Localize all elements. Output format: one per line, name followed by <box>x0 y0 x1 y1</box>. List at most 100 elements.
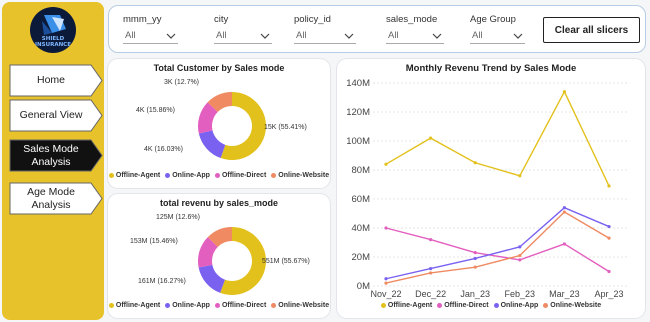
revenue-chart-legend: Offline-Agent Online-App Offline-Direct Onl… <box>108 302 330 309</box>
legend-item: Online-App <box>165 302 210 309</box>
legend-item: Online-App <box>493 302 538 309</box>
slicer-dropdown[interactable]: All <box>294 30 356 44</box>
data-point[interactable] <box>518 174 522 178</box>
chevron-down-icon <box>432 33 442 39</box>
legend-item: Online-Website <box>271 172 329 179</box>
series-line-offline-direct[interactable] <box>385 227 610 273</box>
data-label: 153M (15.46%) <box>130 238 178 245</box>
data-point[interactable] <box>607 224 611 229</box>
data-point[interactable] <box>562 242 566 246</box>
data-point[interactable] <box>429 271 433 275</box>
legend-item: Offline-Direct <box>437 302 489 309</box>
slicer-dropdown[interactable]: All <box>386 30 444 44</box>
data-label: 551M (55.67%) <box>262 258 310 265</box>
data-point[interactable] <box>429 136 433 140</box>
data-label: 4K (15.86%) <box>136 107 175 114</box>
sidebar: SHIELD INSURANCE Home General View Sales M… <box>2 2 104 320</box>
nav-button-label: Home <box>36 74 65 86</box>
y-tick-label: 100M <box>346 136 370 147</box>
series-line-offline-agent[interactable] <box>385 90 610 187</box>
y-tick-label: 0M <box>357 281 370 292</box>
slicer-bar: mmm_yy All city All policy_id All sales_mode Al… <box>108 5 646 53</box>
data-point[interactable] <box>473 265 477 269</box>
slicer-title: city <box>214 14 229 25</box>
nav-button-label: Sales Mode Analysis <box>23 142 79 168</box>
legend-item: Online-Website <box>271 302 329 309</box>
legend-label: Offline-Agent <box>115 172 161 179</box>
legend-item: Online-App <box>165 172 210 179</box>
donut-slice[interactable] <box>198 130 226 159</box>
y-tick-label: 60M <box>352 194 371 205</box>
data-point[interactable] <box>518 258 522 262</box>
slicer-value: All <box>216 30 227 41</box>
slicer-2[interactable]: policy_id All <box>294 14 356 44</box>
data-label: 161M (16.27%) <box>138 278 186 285</box>
nav-button-1[interactable]: General View <box>9 99 103 132</box>
legend-swatch <box>380 303 386 308</box>
slicer-value: All <box>472 30 483 41</box>
slicer-dropdown[interactable]: All <box>123 30 178 44</box>
x-tick-label: Nov_22 <box>370 289 401 299</box>
data-point[interactable] <box>607 269 611 274</box>
slicer-0[interactable]: mmm_yy All <box>123 14 178 44</box>
data-point[interactable] <box>384 162 388 166</box>
legend-item: Offline-Direct <box>214 302 267 309</box>
data-point[interactable] <box>429 238 433 242</box>
donut-slice[interactable] <box>198 264 226 293</box>
data-point[interactable] <box>562 206 566 210</box>
customer-donut-card: Total Customer by Sales mode 15K (55.41%… <box>108 59 330 188</box>
legend-swatch <box>214 173 220 178</box>
customer-chart-legend: Offline-Agent Online-App Offline-Direct Onl… <box>108 172 330 179</box>
legend-label: Offline-Agent <box>115 302 161 309</box>
data-point[interactable] <box>607 184 611 188</box>
chart-title: Total Customer by Sales mode <box>153 63 285 73</box>
slicer-dropdown[interactable]: All <box>214 30 272 44</box>
slicer-3[interactable]: sales_mode All <box>386 14 444 44</box>
data-point[interactable] <box>473 251 477 255</box>
nav-button-0[interactable]: Home <box>9 64 103 97</box>
series-line-online-website[interactable] <box>385 211 610 284</box>
legend-swatch <box>271 173 277 178</box>
data-point[interactable] <box>473 256 477 261</box>
clear-all-slicers-button[interactable]: Clear all slicers <box>543 17 640 43</box>
monthly-revenue-card: Monthly Revenu Trend by Sales Mode 0M 20M… <box>337 59 645 318</box>
chevron-down-icon <box>344 33 354 39</box>
legend-swatch <box>493 303 499 308</box>
nav-button-2[interactable]: Sales Mode Analysis <box>9 139 103 172</box>
y-tick-label: 140M <box>346 78 370 89</box>
slicer-title: policy_id <box>294 14 331 25</box>
slicer-4[interactable]: Age Group All <box>470 14 525 44</box>
data-point[interactable] <box>518 253 522 258</box>
logo-text-line2: INSURANCE <box>35 42 71 48</box>
slicer-title: sales_mode <box>386 14 438 25</box>
data-point[interactable] <box>518 245 522 249</box>
nav-button-3[interactable]: Age Mode Analysis <box>9 182 103 215</box>
legend-swatch <box>165 303 171 308</box>
monthly-revenue-line-chart[interactable]: 0M 20M 40M 60M 80M 100M 120M 140M Nov_22 Dec_22 Ja… <box>337 59 645 318</box>
legend-label: Offline-Direct <box>221 172 267 179</box>
data-label: 15K (55.41%) <box>264 124 307 131</box>
slicer-dropdown[interactable]: All <box>470 30 525 44</box>
slicer-1[interactable]: city All <box>214 14 272 44</box>
data-label: 4K (16.03%) <box>144 146 183 153</box>
data-point[interactable] <box>384 281 388 285</box>
legend-label: Online-Website <box>278 302 330 309</box>
chevron-down-icon <box>260 33 270 39</box>
legend-label: Offline-Direct <box>444 302 489 309</box>
data-point[interactable] <box>384 277 388 281</box>
x-tick-label: Dec_22 <box>415 289 446 299</box>
data-point[interactable] <box>562 210 566 214</box>
data-point[interactable] <box>473 161 477 165</box>
revenue-donut-card: total revenu by sales_mode 551M (55.67%)… <box>108 194 330 318</box>
slicer-title: Age Group <box>470 14 516 25</box>
legend-label: Offline-Agent <box>387 302 433 309</box>
data-point[interactable] <box>607 236 611 240</box>
nav-button-label: Age Mode Analysis <box>27 185 75 211</box>
data-point[interactable] <box>429 267 433 271</box>
legend-label: Offline-Direct <box>221 302 267 309</box>
data-point[interactable] <box>562 90 566 94</box>
data-point[interactable] <box>384 226 388 230</box>
legend-label: Online-Website <box>550 302 602 309</box>
x-tick-label: Feb_23 <box>505 289 536 299</box>
y-tick-label: 80M <box>352 165 371 176</box>
